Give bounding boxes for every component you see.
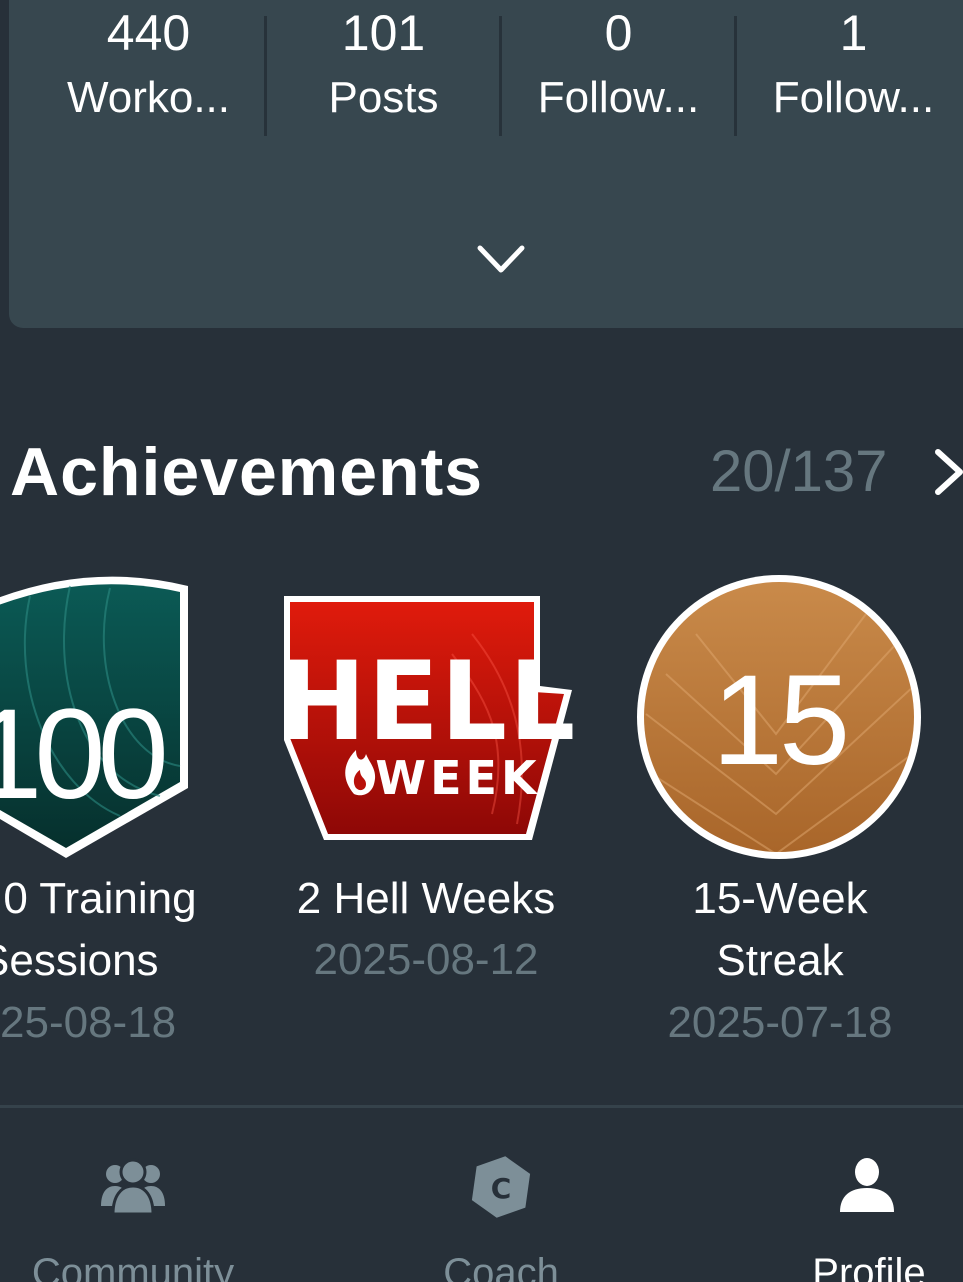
stat-workouts[interactable]: 440 Worko... [31,0,266,130]
badge-name: 15-Week Streak [580,868,963,992]
badge-emblem-text: 100 [0,683,165,826]
stats-card: 440 Worko... 101 Posts 0 Follow... 1 Fol… [9,0,963,328]
badge-date: 25-08-18 [0,998,177,1047]
badge-emblem-bottom: WEEK [375,751,540,805]
stat-value: 1 [839,5,868,61]
stat-label: Follow... [772,73,935,122]
tab-community[interactable]: Community [0,1108,266,1282]
achievements-count[interactable]: 20/137 [710,436,887,508]
tab-label: Coach [443,1251,559,1282]
stat-value: 440 [106,5,191,61]
stat-followers[interactable]: 0 Follow... [501,0,736,130]
stat-label: Worko... [66,73,230,122]
streak-badge-icon: 15 [637,575,921,859]
badge-hell-weeks[interactable]: HELL WEEK [279,594,575,842]
stat-value: 0 [604,5,633,61]
tab-label: Community [31,1251,235,1282]
achievements-title: Achievements [10,434,484,510]
profile-icon [840,1158,894,1212]
badge-date: 2025-08-12 [313,935,539,984]
chevron-right-icon[interactable] [932,446,963,498]
tab-coach[interactable]: C Coach [368,1108,634,1282]
badge-emblem-text: 15 [712,649,846,792]
stat-value: 101 [341,5,426,61]
badge-training-sessions[interactable]: 100 [0,566,196,866]
badge-name-line: 15-Week [692,874,868,923]
stat-label: Posts [328,73,439,122]
profile-screen: 440 Worko... 101 Posts 0 Follow... 1 Fol… [0,0,963,1282]
stat-following[interactable]: 1 Follow... [736,0,963,130]
badge-name: 2 Hell Weeks [296,874,556,923]
badge-emblem-top: HELL [282,639,574,766]
hell-week-badge-icon: HELL WEEK [279,596,575,840]
tab-label: Profile [812,1251,926,1282]
chevron-down-icon[interactable] [476,242,526,276]
community-icon [101,1158,165,1216]
badge-week-streak[interactable]: 15 [636,574,922,860]
stat-label: Follow... [537,73,700,122]
tab-profile[interactable]: Profile [736,1108,963,1282]
svg-text:C: C [491,1172,512,1205]
badge-date: 2025-07-18 [667,998,893,1047]
training-sessions-badge-icon: 100 [0,576,188,858]
stat-posts[interactable]: 101 Posts [266,0,501,130]
coach-icon: C [471,1156,531,1218]
badge-name-line: Streak [716,936,844,985]
